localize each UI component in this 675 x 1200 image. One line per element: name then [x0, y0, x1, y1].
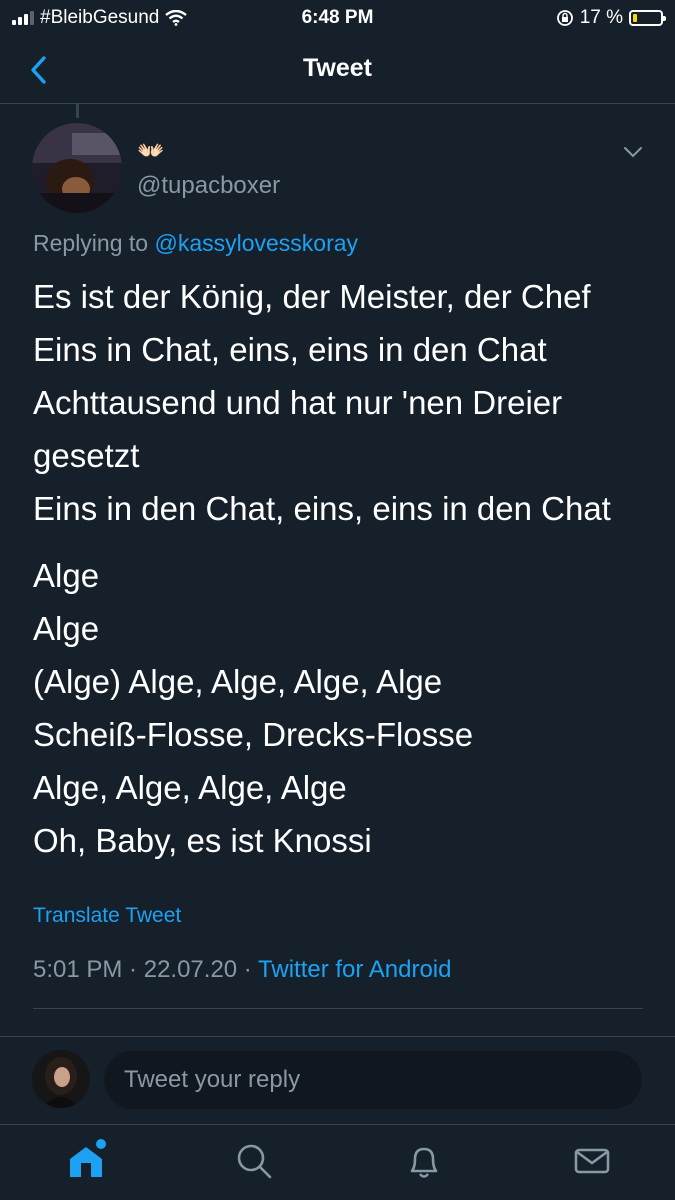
tweet-line: Alge: [33, 557, 100, 594]
tweet-line: Alge: [33, 610, 100, 647]
author-avatar[interactable]: [32, 123, 122, 213]
page-title: Tweet: [303, 54, 372, 82]
translate-tweet-link[interactable]: Translate Tweet: [33, 904, 181, 928]
status-bar: #BleibGesund 6:48 PM 17 %: [0, 0, 675, 36]
messages-icon: [574, 1148, 610, 1174]
notifications-icon: [410, 1147, 438, 1178]
replying-prefix: Replying to: [33, 230, 155, 256]
tab-home[interactable]: [64, 1139, 108, 1183]
tweet-line: Es ist der König, der Meister, der Chef: [33, 278, 591, 315]
tweet-line: Scheiß-Flosse, Drecks-Flosse: [33, 716, 474, 753]
tweet-line: gesetzt: [33, 437, 140, 474]
search-icon: [237, 1144, 272, 1179]
reply-bar: [0, 1036, 675, 1124]
meta-separator: ·: [237, 956, 259, 983]
tweet-time: 5:01 PM: [33, 956, 123, 983]
tweet-text: Es ist der König, der Meister, der Chef …: [33, 270, 653, 867]
replying-to: Replying to @kassylovesskoray: [33, 230, 358, 257]
reply-input[interactable]: [104, 1051, 642, 1109]
author-display-name[interactable]: 👐🏻: [137, 138, 164, 164]
battery-fill: [633, 14, 637, 22]
top-nav: Tweet: [0, 36, 675, 104]
tweet-line: Achttausend und hat nur 'nen Dreier: [33, 384, 563, 421]
tweet-meta: 5:01 PM · 22.07.20 · Twitter for Android: [33, 956, 451, 984]
author-handle[interactable]: @tupacboxer: [137, 172, 280, 200]
chevron-down-icon[interactable]: [621, 142, 645, 162]
tweet-line: (Alge) Alge, Alge, Alge, Alge: [33, 663, 443, 700]
battery-icon: [629, 10, 666, 26]
tweet-line: Oh, Baby, es ist Knossi: [33, 822, 372, 859]
tab-search[interactable]: [232, 1139, 276, 1183]
tweet-line: Alge, Alge, Alge, Alge: [33, 769, 347, 806]
notification-dot: [96, 1139, 106, 1149]
meta-separator: ·: [122, 956, 144, 983]
user-avatar-image: [32, 1050, 90, 1108]
status-right: 17 %: [556, 7, 666, 29]
tab-notifications[interactable]: [402, 1139, 446, 1183]
bottom-tab-bar: [0, 1124, 675, 1200]
divider: [33, 1008, 643, 1009]
tab-messages[interactable]: [570, 1139, 614, 1183]
tweet-line: Eins in den Chat, eins, eins in den Chat: [33, 490, 611, 527]
avatar-image: [32, 123, 122, 213]
tweet-source-link[interactable]: Twitter for Android: [258, 956, 451, 983]
battery-percent: 17 %: [579, 7, 623, 28]
mention-link[interactable]: @kassylovesskoray: [154, 230, 358, 256]
tweet-date: 22.07.20: [143, 956, 238, 983]
user-avatar[interactable]: [32, 1050, 90, 1108]
rotation-lock-icon: [556, 10, 573, 26]
tweet-line: Eins in Chat, eins, eins in den Chat: [33, 331, 547, 368]
thread-connector-line: [76, 104, 79, 118]
